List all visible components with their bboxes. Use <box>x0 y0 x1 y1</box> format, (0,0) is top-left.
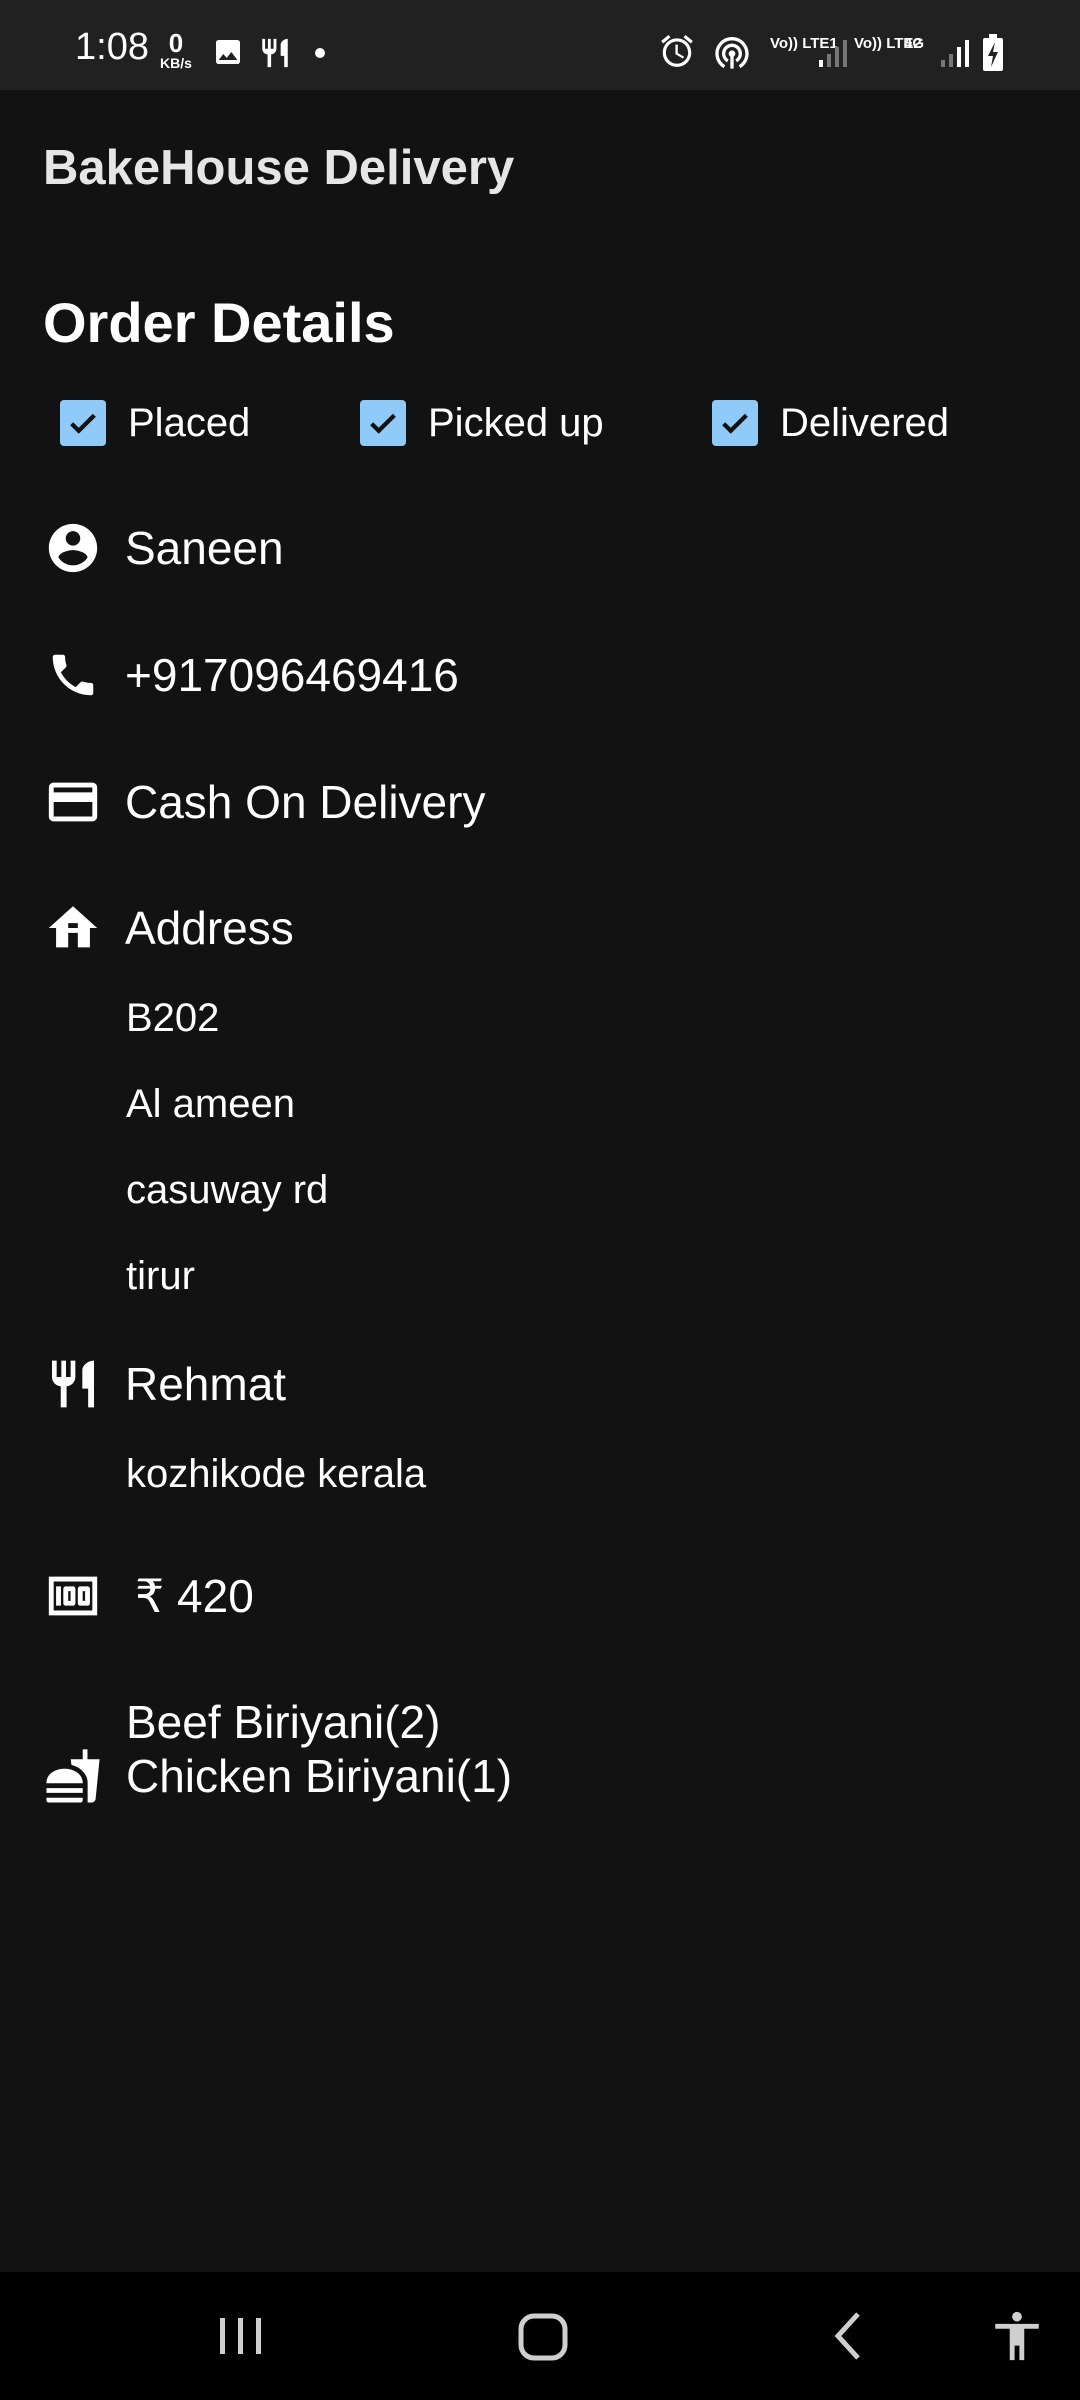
phone-number[interactable]: +917096469416 <box>125 648 459 702</box>
restaurant-icon <box>43 1354 103 1414</box>
order-items: Beef Biriyani(2) Chicken Biriyani(1) <box>126 1695 512 1803</box>
home-icon <box>43 898 103 958</box>
checkbox-check-icon[interactable] <box>360 400 406 446</box>
page-title: Order Details <box>43 291 395 354</box>
restaurant-row: Rehmat <box>43 1354 286 1414</box>
amount-row: ₹ 420 <box>43 1566 254 1626</box>
home-button-icon[interactable] <box>516 2304 572 2373</box>
checkbox-placed[interactable]: Placed <box>60 395 250 451</box>
fastfood-icon <box>43 1746 103 1806</box>
checkbox-picked-up[interactable]: Picked up <box>360 395 604 451</box>
alarm-icon <box>658 32 696 75</box>
checkbox-label: Delivered <box>780 400 949 445</box>
address-line: tirur <box>126 1254 195 1298</box>
recent-apps-icon[interactable] <box>218 2304 264 2373</box>
customer-name: Saneen <box>125 522 284 574</box>
accessibility-icon[interactable] <box>988 2304 1046 2373</box>
order-amount: ₹ 420 <box>135 1570 254 1622</box>
address-label: Address <box>125 902 294 954</box>
list-item: Beef Biriyani(2) <box>126 1696 441 1748</box>
system-nav-bar <box>0 2272 1080 2400</box>
phone-row[interactable]: +917096469416 <box>43 645 459 705</box>
signal-icon <box>940 38 970 73</box>
dot-icon <box>314 46 326 64</box>
back-icon[interactable] <box>828 2304 868 2373</box>
money-icon <box>43 1566 103 1626</box>
restaurant-location: kozhikode kerala <box>126 1452 427 1496</box>
status-time: 1:08 <box>75 26 149 68</box>
payment-method: Cash On Delivery <box>125 776 486 828</box>
customer-row: Saneen <box>43 518 284 578</box>
network-speed-value: 0 <box>168 28 184 58</box>
address-line: Al ameen <box>126 1082 295 1126</box>
checkbox-check-icon[interactable] <box>60 400 106 446</box>
network-type: 4G <box>904 35 925 52</box>
network-speed-unit: KB/s <box>160 55 192 71</box>
restaurant-name: Rehmat <box>125 1358 287 1410</box>
fork-knife-icon <box>258 36 292 75</box>
app-bar: BakeHouse Delivery <box>0 90 1080 240</box>
checkbox-label: Placed <box>128 400 251 445</box>
items-row <box>43 1746 125 1806</box>
signal-icon <box>818 38 848 73</box>
address-line: B202 <box>126 996 220 1040</box>
credit-card-icon <box>43 772 103 832</box>
battery-charging-icon <box>982 34 1004 77</box>
hotspot-icon <box>712 32 752 77</box>
status-bar: 1:08 0 KB/s Vo)) LTE1 Vo)) LTE2 4G <box>0 0 1080 90</box>
address-line: casuway rd <box>126 1168 329 1212</box>
phone-icon <box>43 645 103 705</box>
list-item: Chicken Biriyani(1) <box>126 1750 513 1802</box>
app-title: BakeHouse Delivery <box>43 141 515 195</box>
checkbox-label: Picked up <box>428 400 604 445</box>
checkbox-check-icon[interactable] <box>712 400 758 446</box>
network-speed: 0 KB/s <box>160 30 192 70</box>
checkbox-delivered[interactable]: Delivered <box>712 395 949 451</box>
payment-row: Cash On Delivery <box>43 772 485 832</box>
image-icon <box>212 36 244 73</box>
address-row: Address <box>43 898 294 958</box>
account-circle-icon <box>43 518 103 578</box>
